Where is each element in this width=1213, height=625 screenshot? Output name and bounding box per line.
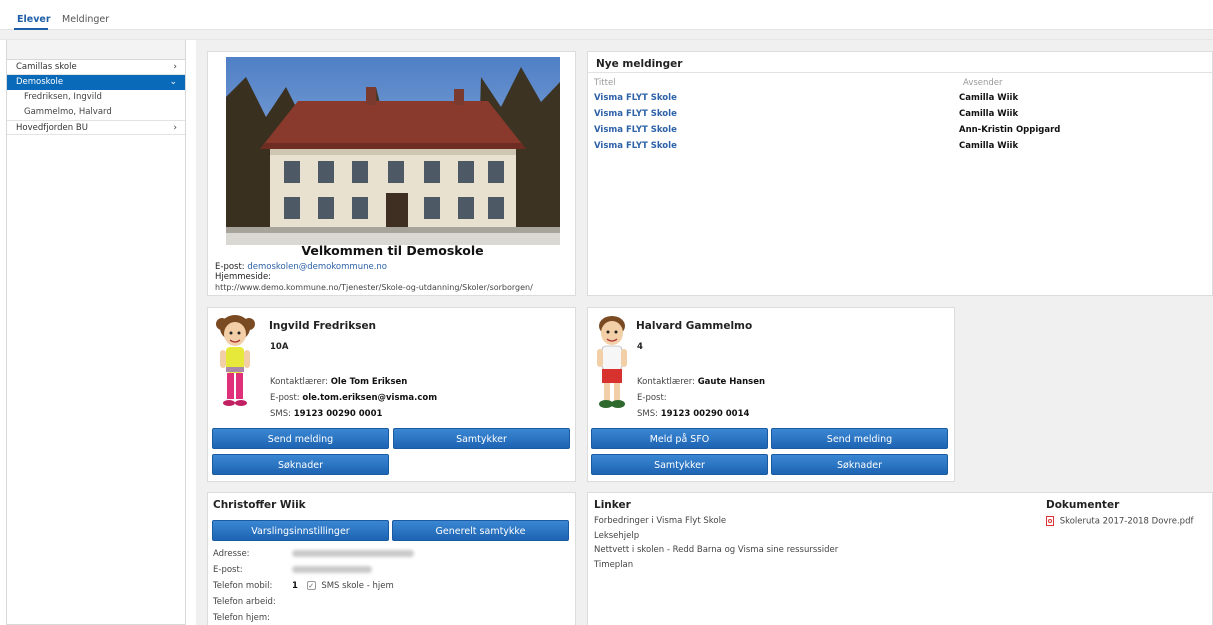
sms-label: SMS: xyxy=(270,409,291,419)
chevron-down-icon: ⌄ xyxy=(169,77,177,87)
sidebar-item-label: Hovedfjorden BU xyxy=(16,123,88,133)
new-messages-card: Nye meldinger Tittel Avsender Visma FLYT… xyxy=(587,51,1213,296)
teacher-name: Ole Tom Eriksen xyxy=(330,377,408,387)
school-email-label: E-post: xyxy=(215,262,245,272)
teacher-label: Kontaktlærer: xyxy=(637,377,695,387)
address-value-redacted xyxy=(292,550,414,557)
message-sender: Camilla Wiik xyxy=(959,141,1019,151)
address-label: Adresse: xyxy=(213,549,250,559)
teacher-name: Gaute Hansen xyxy=(697,377,766,387)
parent-name: Christoffer Wiik xyxy=(213,499,306,511)
applications-button[interactable]: Søknader xyxy=(212,454,389,475)
school-email-row: E-post: demoskolen@demokommune.no xyxy=(215,262,387,272)
teacher-email-label: E-post: xyxy=(270,393,300,403)
sidebar-item-label: Camillas skole xyxy=(16,62,77,72)
mobile-prefix: 1 xyxy=(292,581,298,591)
mobile-label: Telefon mobil: xyxy=(213,581,273,591)
applications-button[interactable]: Søknader xyxy=(771,454,948,475)
messages-col-title: Tittel xyxy=(594,78,616,88)
consents-button[interactable]: Samtykker xyxy=(591,454,768,475)
link-online-safety[interactable]: Nettvett i skolen - Redd Barna og Visma … xyxy=(594,545,838,555)
school-email-link[interactable]: demoskolen@demokommune.no xyxy=(247,262,387,272)
pdf-icon xyxy=(1046,516,1054,526)
teacher-email: ole.tom.eriksen@visma.com xyxy=(302,393,438,403)
chevron-right-icon: › xyxy=(173,123,177,133)
tab-elever[interactable]: Elever xyxy=(17,14,51,25)
sidebar-item-label: Demoskole xyxy=(16,77,64,87)
tab-meldinger[interactable]: Meldinger xyxy=(62,14,109,25)
student-name: Halvard Gammelmo xyxy=(636,320,753,332)
school-card: Velkommen til Demoskole E-post: demoskol… xyxy=(207,51,576,296)
student-card-halvard: Halvard Gammelmo 4 Kontaktlærer: Gaute H… xyxy=(587,307,955,482)
link-homework-help[interactable]: Leksehjelp xyxy=(594,531,639,541)
school-web-link[interactable]: http://www.demo.kommune.no/Tjenester/Sko… xyxy=(215,283,533,292)
sidebar-subitem-fredriksen[interactable]: Fredriksen, Ingvild xyxy=(7,90,185,105)
document-item[interactable]: Skoleruta 2017-2018 Dovre.pdf xyxy=(1046,516,1193,527)
school-photo xyxy=(226,57,560,245)
sidebar-item-camillas-skole[interactable]: Camillas skole › xyxy=(7,60,185,75)
teacher-label: Kontaktlærer: xyxy=(270,377,328,387)
email-label: E-post: xyxy=(213,565,243,575)
sms-row: SMS: 19123 00290 0014 xyxy=(637,409,749,419)
chevron-right-icon: › xyxy=(173,62,177,72)
register-sfo-button[interactable]: Meld på SFO xyxy=(591,428,768,449)
email-value-redacted xyxy=(292,566,372,573)
student-name: Ingvild Fredriksen xyxy=(269,320,377,332)
document-name: Skoleruta 2017-2018 Dovre.pdf xyxy=(1059,516,1194,527)
general-consent-button[interactable]: Generelt samtykke xyxy=(392,520,569,541)
toolbar-strip xyxy=(0,30,1213,40)
student-card-ingvild: Ingvild Fredriksen 10A Kontaktlærer: Ole… xyxy=(207,307,576,482)
documents-title: Dokumenter xyxy=(1046,499,1120,511)
sms-checkbox-label: SMS skole - hjem xyxy=(321,581,394,591)
girl-avatar xyxy=(216,315,255,406)
messages-col-sender: Avsender xyxy=(963,78,1003,88)
message-title-link[interactable]: Visma FLYT Skole xyxy=(594,109,677,119)
messages-title: Nye meldinger xyxy=(596,58,683,70)
sms-checkbox[interactable]: ✓ xyxy=(306,581,316,590)
work-phone-label: Telefon arbeid: xyxy=(213,597,276,607)
links-card: Linker Forbedringer i Visma Flyt Skole L… xyxy=(587,492,1213,625)
teacher-row: Kontaktlærer: Ole Tom Eriksen xyxy=(270,377,407,387)
message-title-link[interactable]: Visma FLYT Skole xyxy=(594,93,677,103)
student-class: 10A xyxy=(270,342,289,352)
boy-avatar xyxy=(597,316,627,408)
sms-number: 19123 00290 0001 xyxy=(293,409,383,419)
send-message-button[interactable]: Send melding xyxy=(212,428,389,449)
mobile-row: 1 ✓ SMS skole - hjem xyxy=(292,581,394,591)
link-timetable[interactable]: Timeplan xyxy=(594,560,633,570)
message-sender: Camilla Wiik xyxy=(959,109,1019,119)
parent-card: Christoffer Wiik Varslingsinnstillinger … xyxy=(207,492,576,625)
sms-number: 19123 00290 0014 xyxy=(660,409,750,419)
teacher-email-row: E-post: ole.tom.eriksen@visma.com xyxy=(270,393,437,403)
message-title-link[interactable]: Visma FLYT Skole xyxy=(594,141,677,151)
sms-row: SMS: 19123 00290 0001 xyxy=(270,409,382,419)
sidebar-item-demoskole[interactable]: Demoskole ⌄ xyxy=(7,75,185,90)
home-phone-label: Telefon hjem: xyxy=(213,613,270,623)
sidebar-item-hovedfjorden[interactable]: Hovedfjorden BU › xyxy=(7,120,185,135)
notification-settings-button[interactable]: Varslingsinnstillinger xyxy=(212,520,389,541)
student-class: 4 xyxy=(637,342,643,352)
school-welcome-heading: Velkommen til Demoskole xyxy=(301,243,484,258)
link-improvements[interactable]: Forbedringer i Visma Flyt Skole xyxy=(594,516,726,526)
sidebar-header xyxy=(7,40,185,60)
teacher-row: Kontaktlærer: Gaute Hansen xyxy=(637,377,765,387)
message-title-link[interactable]: Visma FLYT Skole xyxy=(594,125,677,135)
top-navigation: Elever Meldinger xyxy=(0,0,1213,30)
consents-button[interactable]: Samtykker xyxy=(393,428,570,449)
main-content: Velkommen til Demoskole E-post: demoskol… xyxy=(196,40,1213,625)
message-sender: Camilla Wiik xyxy=(959,93,1019,103)
sms-label: SMS: xyxy=(637,409,658,419)
send-message-button[interactable]: Send melding xyxy=(771,428,948,449)
links-title: Linker xyxy=(594,499,631,511)
sidebar: Camillas skole › Demoskole ⌄ Fredriksen,… xyxy=(6,40,186,625)
school-web-label: Hjemmeside: xyxy=(215,272,272,282)
sidebar-subitem-gammelmo[interactable]: Gammelmo, Halvard xyxy=(7,105,185,120)
messages-divider xyxy=(588,72,1212,73)
message-sender: Ann-Kristin Oppigard xyxy=(959,125,1061,135)
teacher-email-label: E-post: xyxy=(637,393,667,403)
